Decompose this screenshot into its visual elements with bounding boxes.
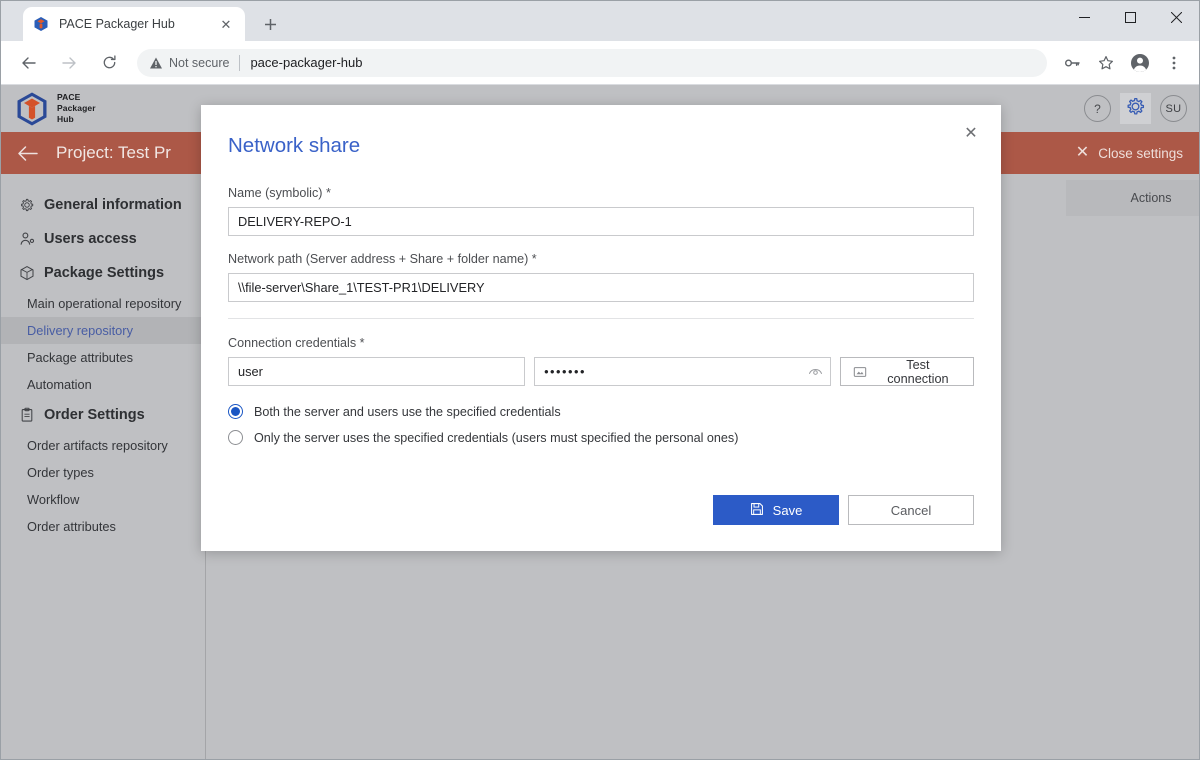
network-path-input[interactable] [228, 273, 974, 302]
save-label: Save [772, 502, 803, 518]
new-tab-button[interactable] [256, 10, 284, 38]
credentials-label: Connection credentials * [228, 336, 365, 350]
password-input[interactable] [534, 357, 831, 386]
key-icon[interactable] [1058, 49, 1086, 77]
name-field-label: Name (symbolic) * [228, 186, 331, 200]
plug-icon [853, 365, 867, 379]
more-vertical-icon[interactable] [1160, 49, 1188, 77]
section-divider [228, 318, 974, 319]
warning-triangle-icon [149, 56, 163, 70]
pace-cube-icon [33, 16, 49, 32]
cancel-button[interactable]: Cancel [848, 495, 974, 525]
credential-option-both[interactable]: Both the server and users use the specif… [228, 404, 974, 419]
path-field-group: Network path (Server address + Share + f… [228, 252, 974, 302]
eye-icon[interactable] [808, 364, 823, 379]
radio-both-label: Both the server and users use the specif… [254, 404, 561, 419]
minimize-icon[interactable] [1061, 1, 1107, 33]
dialog-body: Name (symbolic) * Network path (Server a… [201, 158, 1001, 445]
star-icon[interactable] [1092, 49, 1120, 77]
back-arrow-icon[interactable] [13, 47, 45, 79]
path-field-label: Network path (Server address + Share + f… [228, 252, 537, 266]
test-connection-label: Test connection [887, 357, 949, 386]
test-connection-button[interactable]: Test connection [839, 357, 974, 386]
security-status-text: Not secure [169, 55, 230, 70]
dialog-close-icon[interactable]: ✕ [959, 122, 983, 146]
name-field-group: Name (symbolic) * [228, 186, 974, 236]
browser-window: PACE Packager Hub ✕ Not secure pace-pack… [0, 0, 1200, 760]
browser-tab[interactable]: PACE Packager Hub ✕ [23, 7, 245, 41]
omnibox-divider [239, 54, 241, 71]
floppy-disk-icon [750, 502, 764, 519]
radio-server-only-label: Only the server uses the specified crede… [254, 430, 739, 445]
credential-option-server-only[interactable]: Only the server uses the specified crede… [228, 430, 974, 445]
window-controls [1061, 1, 1199, 33]
profile-avatar-icon[interactable] [1126, 49, 1154, 77]
password-field-wrap [534, 357, 831, 386]
name-input[interactable] [228, 207, 974, 236]
save-button[interactable]: Save [713, 495, 839, 525]
url-text: pace-packager-hub [250, 55, 363, 70]
tab-close-icon[interactable]: ✕ [217, 15, 235, 33]
credentials-row: Test connection [228, 357, 974, 386]
page-viewport: PACE Packager Hub ? SU Project: Test Pr … [1, 85, 1199, 759]
radio-both-icon[interactable] [228, 404, 243, 419]
reload-icon[interactable] [93, 47, 125, 79]
browser-toolbar: Not secure pace-packager-hub [1, 41, 1199, 85]
close-icon[interactable] [1153, 1, 1199, 33]
cancel-label: Cancel [890, 502, 932, 518]
dialog-title: Network share [228, 134, 361, 157]
radio-server-only-icon[interactable] [228, 430, 243, 445]
network-share-dialog: ✕ Network share Name (symbolic) * Networ… [201, 105, 1001, 551]
maximize-icon[interactable] [1107, 1, 1153, 33]
browser-titlebar: PACE Packager Hub ✕ [1, 1, 1199, 41]
tab-title: PACE Packager Hub [59, 17, 175, 31]
forward-arrow-icon[interactable] [53, 47, 85, 79]
username-input[interactable] [228, 357, 526, 386]
address-bar[interactable]: Not secure pace-packager-hub [137, 48, 1047, 77]
dialog-footer: Save Cancel [713, 495, 974, 525]
